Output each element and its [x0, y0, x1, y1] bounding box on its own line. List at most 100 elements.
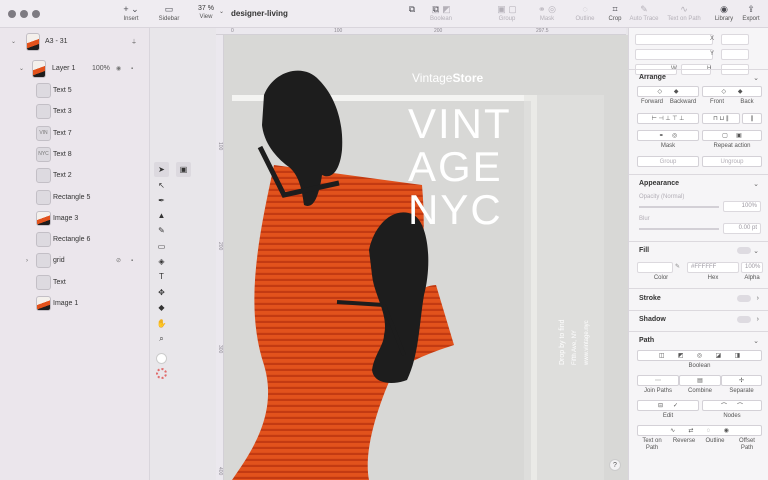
- chevron-down-icon[interactable]: ⌄: [753, 337, 759, 345]
- group-button[interactable]: Group: [637, 156, 699, 167]
- brand-text[interactable]: VintageStore: [412, 71, 483, 85]
- layer-row-text[interactable]: Text: [0, 272, 150, 293]
- group-label: Group: [498, 16, 516, 22]
- lock-icon[interactable]: ▪: [131, 66, 133, 72]
- nodes-buttons[interactable]: ⌒ ⌒: [702, 400, 762, 411]
- chevron-down-icon[interactable]: ⌄: [753, 74, 759, 82]
- hidden-eye-icon[interactable]: ⊘: [116, 257, 121, 264]
- zoom-chevron-icon[interactable]: ⌄: [219, 8, 224, 15]
- export-button[interactable]: ⇪ Export: [734, 4, 768, 23]
- separate-button[interactable]: ✢: [721, 375, 762, 386]
- layer-row-text-3[interactable]: Text 3: [0, 101, 150, 122]
- eyedropper-icon[interactable]: ✎: [675, 263, 680, 270]
- transform-tool[interactable]: ✥: [154, 285, 169, 300]
- blur-field[interactable]: 0.00 pt: [723, 223, 761, 234]
- vector-tool[interactable]: ▲: [154, 208, 169, 223]
- help-button[interactable]: ?: [609, 459, 621, 471]
- layer-name: Image 3: [53, 214, 79, 222]
- lock-icon[interactable]: ▪: [131, 258, 133, 264]
- mask-buttons[interactable]: ⚭ ◎: [637, 130, 699, 141]
- hex-field[interactable]: #FFFFFF: [687, 262, 739, 273]
- boolean-button[interactable]: ◫ ◩ Boolean: [424, 4, 458, 23]
- front-back-buttons[interactable]: ◇ ◆: [702, 86, 762, 97]
- chevron-right-icon[interactable]: ›: [757, 316, 759, 323]
- group-button[interactable]: ▣ ▢ Group: [490, 4, 524, 23]
- text-on-path-button[interactable]: ∿ Text on Path: [667, 4, 701, 23]
- chevron-down-icon[interactable]: ⌄: [11, 38, 16, 45]
- align-buttons-right[interactable]: ⊓ ⊔ ∥: [702, 113, 740, 124]
- text-on-path-line2: Path: [645, 445, 659, 451]
- blur-slider[interactable]: [639, 228, 719, 230]
- join-paths-button[interactable]: ⋯: [637, 375, 679, 386]
- layer-row-rectangle-6[interactable]: Rectangle 6: [0, 229, 150, 250]
- headline-line-2[interactable]: AGE: [408, 143, 503, 190]
- stroke-color-swatch[interactable]: [154, 366, 169, 381]
- layer-row-text-5[interactable]: Text 5: [0, 80, 150, 101]
- stroke-toggle[interactable]: [737, 295, 751, 302]
- select-tool[interactable]: ➤: [154, 162, 169, 177]
- opacity-slider[interactable]: [639, 206, 719, 208]
- sidebar-button[interactable]: ▭ Sidebar: [152, 4, 186, 23]
- layer-row-grid[interactable]: › grid ⊘ ▪: [0, 250, 150, 271]
- layer-row-rectangle-5[interactable]: Rectangle 5: [0, 187, 150, 208]
- headline-line-3[interactable]: NYC: [408, 186, 503, 233]
- zoom-tool[interactable]: ⌕: [154, 331, 169, 346]
- layer-row-text-2[interactable]: Text 2: [0, 165, 150, 186]
- distribute-button[interactable]: ∥: [742, 113, 762, 124]
- view-button[interactable]: View: [189, 13, 223, 21]
- chevron-right-icon[interactable]: ›: [757, 295, 759, 302]
- boolean-buttons[interactable]: ◫ ◩ ◎ ◪ ◨: [637, 350, 762, 361]
- shadow-toggle[interactable]: [737, 316, 751, 323]
- auto-trace-button[interactable]: ✎ Auto Trace: [627, 4, 661, 23]
- headline-line-1[interactable]: VINT: [408, 100, 512, 147]
- transform-y-field[interactable]: [635, 49, 713, 60]
- layer-row-image-1[interactable]: Image 1: [0, 293, 150, 314]
- library-icon: ◉: [720, 4, 728, 14]
- layer-thumbnail: NYC: [36, 146, 51, 162]
- text-tool[interactable]: T: [154, 269, 169, 284]
- opacity-field[interactable]: 100%: [723, 201, 761, 212]
- ungroup-button[interactable]: Ungroup: [702, 156, 762, 167]
- layer-row-layer1[interactable]: ⌄ Layer 1 100% ◉ ▪: [0, 58, 150, 79]
- align-field[interactable]: [721, 34, 749, 45]
- pen-icon: ✒: [158, 196, 165, 205]
- zoom-value[interactable]: 37 %: [190, 5, 222, 12]
- mask-button[interactable]: ⚭ ◎ Mask: [530, 4, 564, 23]
- brush-tool[interactable]: ✎: [154, 223, 169, 238]
- alpha-field[interactable]: 100%: [741, 262, 763, 273]
- fill-toggle[interactable]: [737, 247, 751, 254]
- zoom-window-button[interactable]: [32, 10, 40, 18]
- close-window-button[interactable]: [8, 10, 16, 18]
- layer-row-artboard[interactable]: ⌄ A3 - 31 ⏚: [0, 31, 150, 52]
- layer-row-text-8[interactable]: NYC Text 8: [0, 144, 150, 165]
- pen-tool[interactable]: ✒: [154, 193, 169, 208]
- forward-backward-buttons[interactable]: ◇ ◆: [637, 86, 699, 97]
- layer-row-text-7[interactable]: VIN Text 7: [0, 123, 150, 144]
- edit-buttons[interactable]: ⊟ ✓: [637, 400, 699, 411]
- path-ops-buttons[interactable]: ∿ ⇄ ◌ ◉: [637, 425, 762, 436]
- insert-button[interactable]: + ⌄ Insert: [114, 4, 148, 23]
- flip-field[interactable]: [721, 49, 749, 60]
- layer-thumbnail: [36, 83, 51, 98]
- shape-tool[interactable]: ▭: [154, 239, 169, 254]
- chevron-right-icon[interactable]: ›: [26, 258, 28, 264]
- transform-x-field[interactable]: [635, 34, 713, 45]
- fill-color-well[interactable]: [637, 262, 673, 273]
- eraser-tool[interactable]: ◆: [154, 300, 169, 315]
- repeat-action-buttons[interactable]: ▢ ▣: [702, 130, 762, 141]
- chevron-down-icon[interactable]: ⌄: [753, 180, 759, 188]
- minimize-window-button[interactable]: [20, 10, 28, 18]
- direct-select-tool[interactable]: ↖: [154, 178, 169, 193]
- eye-icon[interactable]: ◉: [116, 65, 121, 72]
- layer-row-image-3[interactable]: Image 3: [0, 208, 150, 229]
- hand-tool[interactable]: ✋: [154, 316, 169, 331]
- outline-button[interactable]: ◌ Outline: [568, 4, 602, 23]
- artboard-tool[interactable]: ▣: [176, 162, 191, 177]
- fill-color-swatch[interactable]: [154, 351, 169, 366]
- combine-button[interactable]: ▤: [679, 375, 721, 386]
- align-buttons-left[interactable]: ⊢ ⊣ ⊥ ⊤ ⊥: [637, 113, 699, 124]
- artboard[interactable]: VintageStore VINT AGE NYC Drop by to fin…: [224, 35, 628, 480]
- chevron-down-icon[interactable]: ⌄: [19, 65, 24, 72]
- chevron-down-icon[interactable]: ⌄: [753, 247, 759, 255]
- fill-tool[interactable]: ◈: [154, 254, 169, 269]
